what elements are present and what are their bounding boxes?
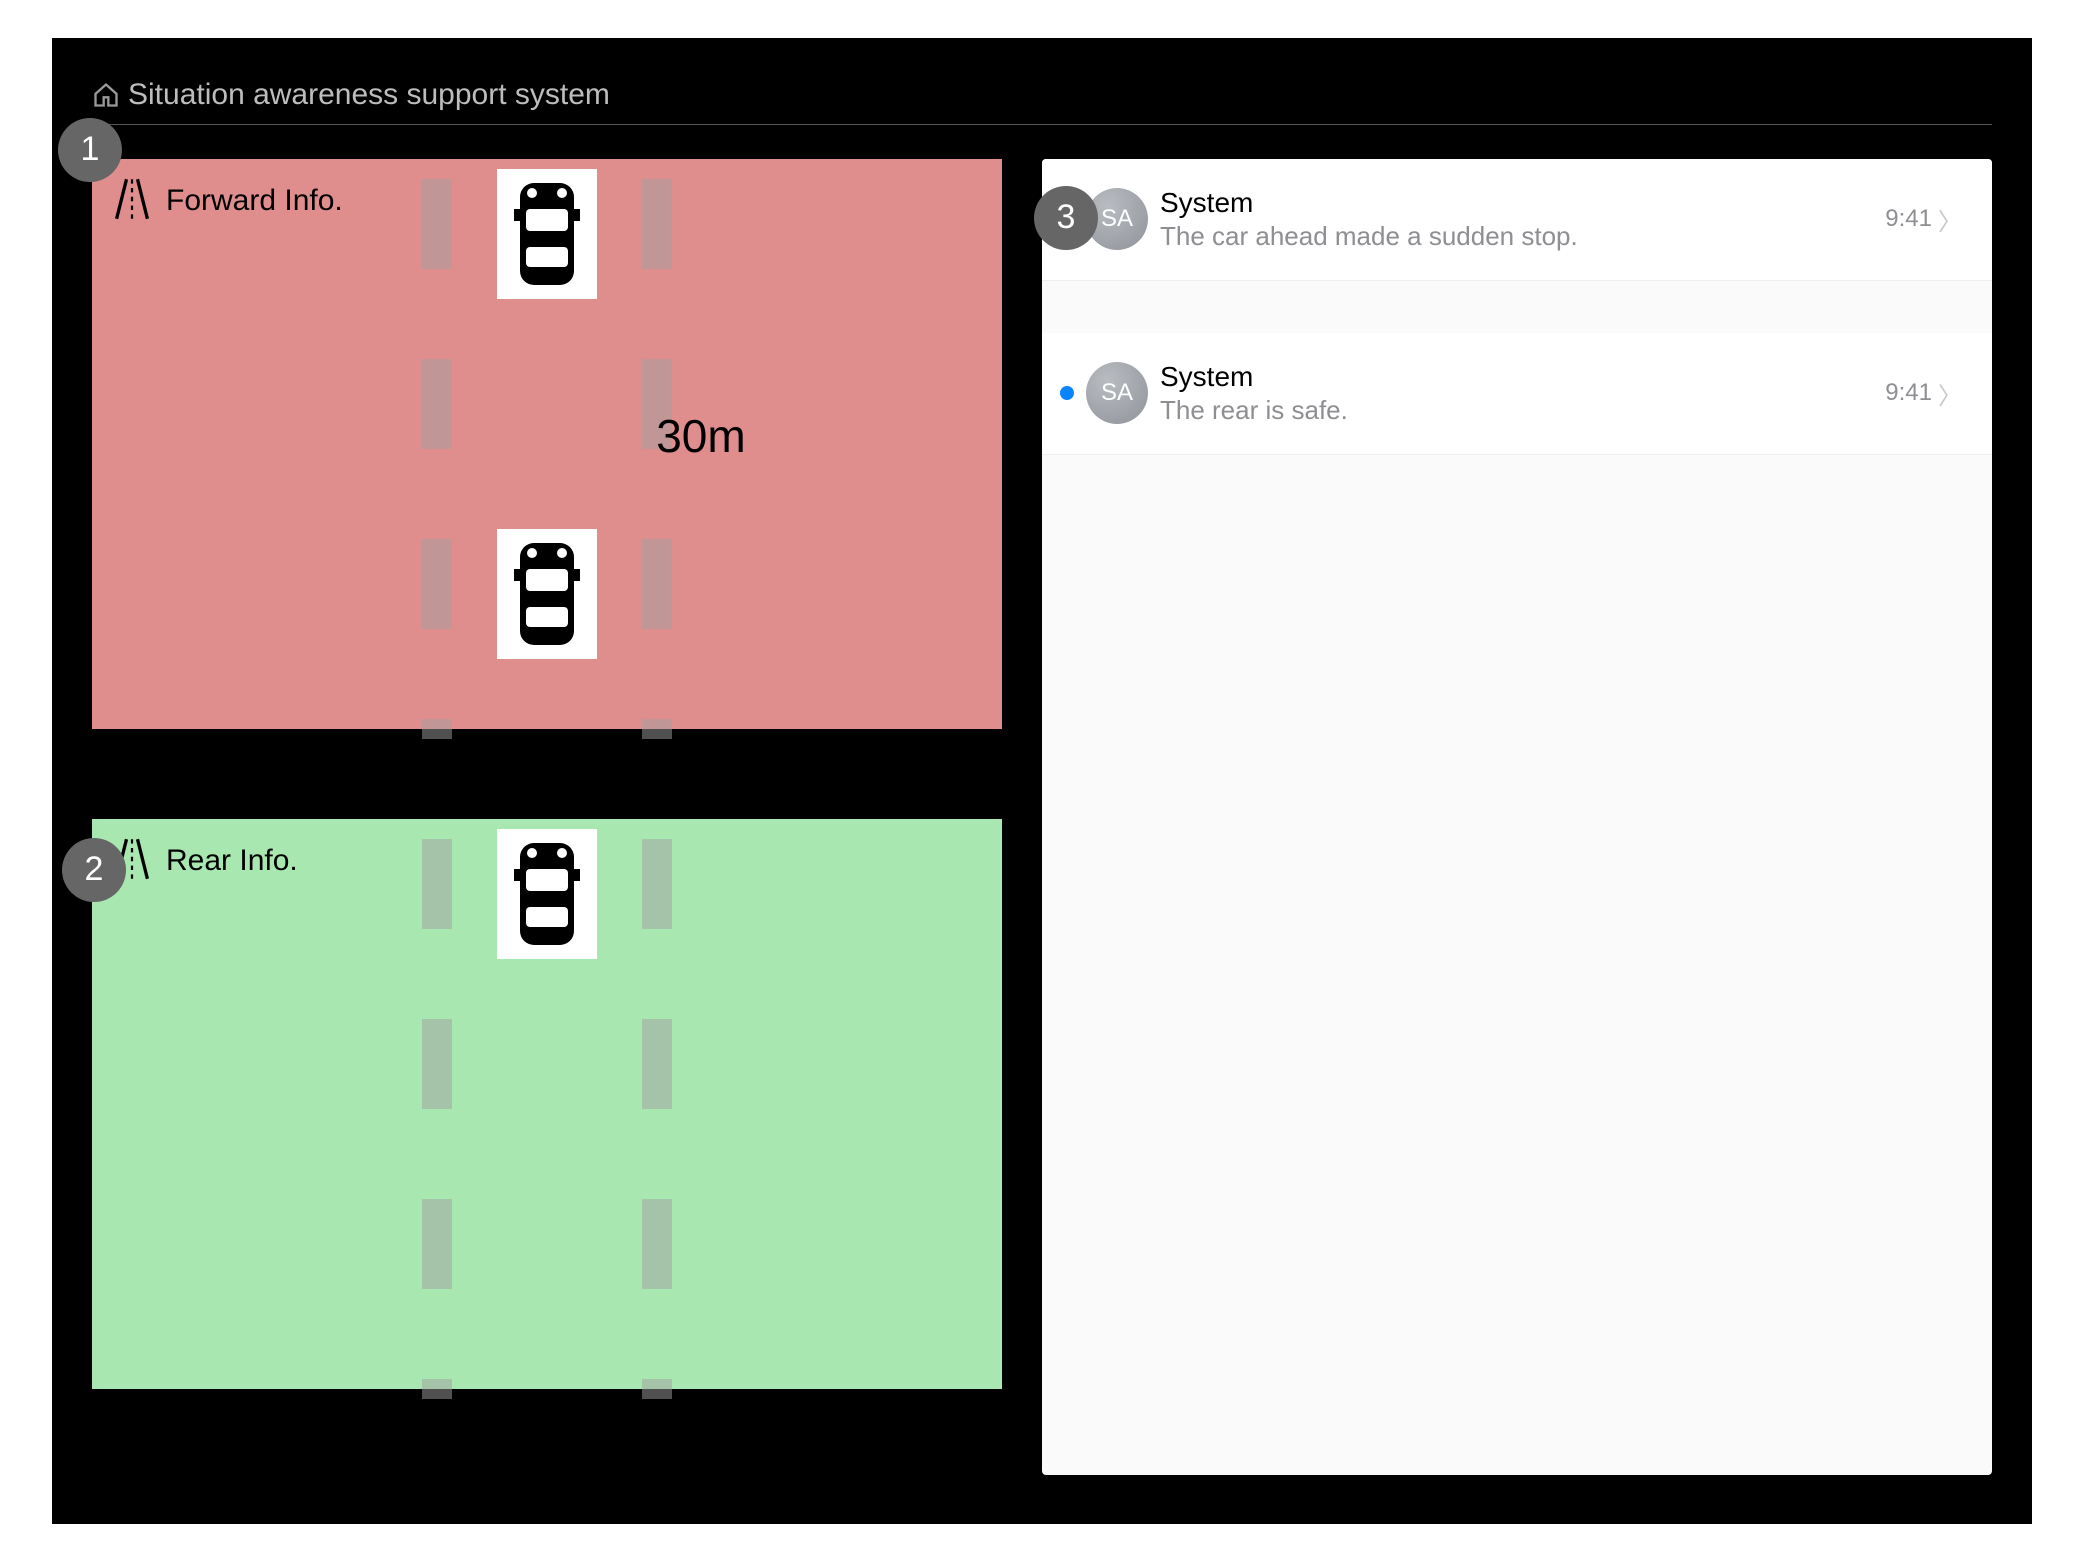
rear-panel-label-text: Rear Info. (166, 844, 298, 878)
message-text: The rear is safe. (1160, 395, 1873, 426)
forward-info-panel: Forward Info. (92, 159, 1002, 729)
lane-marker (422, 1199, 452, 1289)
lane-marker (422, 1379, 452, 1399)
car-self-icon (497, 829, 597, 959)
rear-road (422, 819, 672, 1389)
road-icon (110, 177, 154, 226)
lane-marker (642, 719, 672, 739)
app-frame: 1 2 3 Situation awareness support system (52, 38, 2032, 1524)
rear-info-panel: Rear Info. (92, 819, 1002, 1389)
car-ahead-icon (497, 169, 597, 299)
message-time: 9:41 〉 (1885, 202, 1962, 237)
forward-distance-value: 30m (656, 409, 745, 463)
lane-marker (642, 839, 672, 929)
message-item[interactable]: SA System The car ahead made a sudden st… (1042, 159, 1992, 281)
forward-panel-label: Forward Info. (110, 177, 343, 226)
title-bar: Situation awareness support system (92, 78, 1992, 125)
lane-marker (422, 839, 452, 929)
forward-panel-label-text: Forward Info. (166, 184, 343, 218)
callout-2: 2 (62, 838, 126, 902)
lane-marker (422, 359, 452, 449)
forward-road (422, 159, 672, 729)
content-area: Forward Info. (92, 159, 1992, 1475)
rear-panel-label: Rear Info. (110, 837, 298, 886)
lane-marker (642, 539, 672, 629)
message-body: System The rear is safe. (1160, 361, 1873, 426)
left-column: Forward Info. (92, 159, 1002, 1475)
unread-dot-icon (1060, 386, 1074, 400)
message-sender: System (1160, 361, 1873, 393)
message-list: SA System The car ahead made a sudden st… (1042, 159, 1992, 1475)
lane-marker (422, 539, 452, 629)
callout-3: 3 (1034, 186, 1098, 250)
lane-marker (642, 179, 672, 269)
home-icon[interactable] (92, 81, 120, 109)
message-body: System The car ahead made a sudden stop. (1160, 187, 1873, 252)
chevron-right-icon: 〉 (1938, 376, 1962, 411)
message-time-value: 9:41 (1885, 205, 1932, 233)
message-time-value: 9:41 (1885, 379, 1932, 407)
lane-marker (422, 179, 452, 269)
car-self-icon (497, 529, 597, 659)
message-time: 9:41 〉 (1885, 376, 1962, 411)
lane-marker (642, 1019, 672, 1109)
chevron-right-icon: 〉 (1938, 202, 1962, 237)
message-item[interactable]: SA System The rear is safe. 9:41 〉 (1042, 333, 1992, 455)
avatar: SA (1086, 362, 1148, 424)
lane-marker (422, 1019, 452, 1109)
callout-1: 1 (58, 118, 122, 182)
page-title: Situation awareness support system (128, 78, 610, 112)
lane-marker (642, 1199, 672, 1289)
message-text: The car ahead made a sudden stop. (1160, 221, 1873, 252)
message-sender: System (1160, 187, 1873, 219)
lane-marker (422, 719, 452, 739)
lane-marker (642, 1379, 672, 1399)
